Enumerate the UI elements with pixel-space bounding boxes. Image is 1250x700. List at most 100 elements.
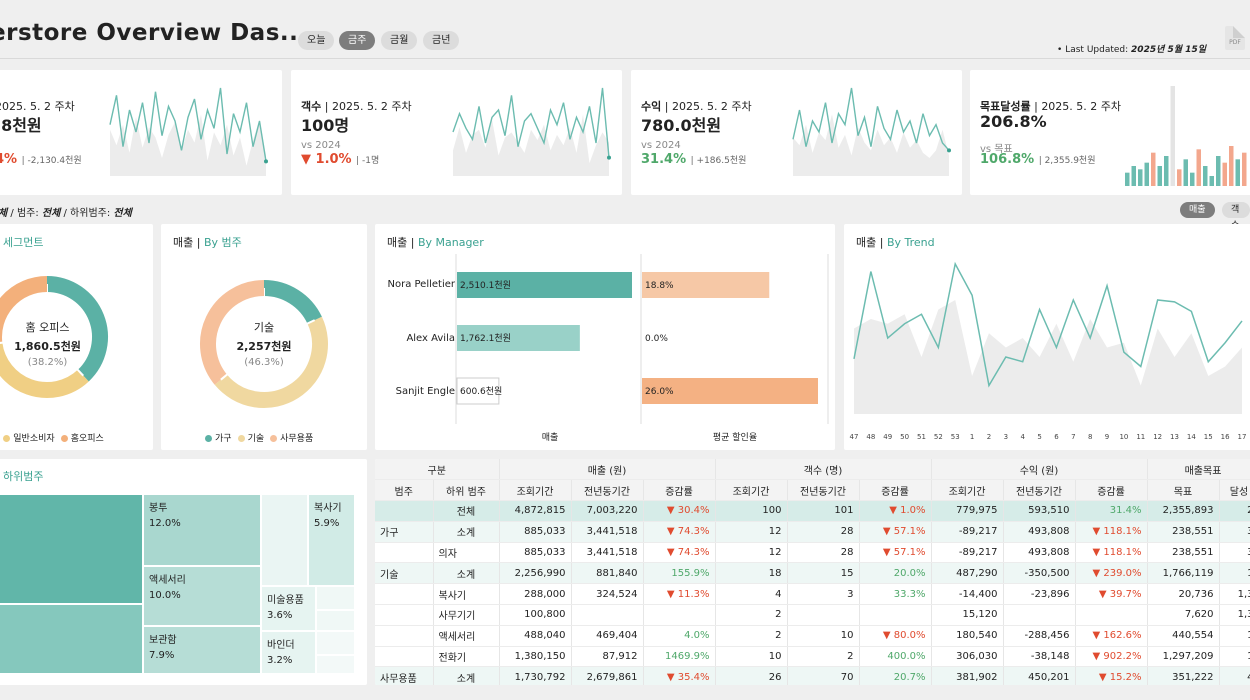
discount-bar-label: 0.0%: [645, 334, 668, 344]
table-cell: 소계: [433, 562, 500, 585]
kpi-sparkline: [452, 87, 611, 176]
table-cell: 20,736: [1147, 583, 1220, 606]
treemap-cell[interactable]: [316, 586, 355, 610]
axis-label-discount: 평균 할인율: [712, 433, 758, 443]
column-header[interactable]: 조회기간: [499, 479, 572, 502]
table-cell: 1: [1219, 646, 1250, 668]
table-row[interactable]: 액세서리 488,040 469,404 4.0% 2 10 ▼ 80.0% 180,540-…: [375, 625, 1250, 647]
table-row[interactable]: 기술 소계 2,256,990 881,840 155.9% 18 15 20.0% 487,2…: [375, 562, 1250, 585]
toggle-customers[interactable]: 객수: [1222, 202, 1250, 231]
kpi-bar: [1229, 146, 1234, 186]
table-cell: 액세서리: [433, 625, 500, 647]
manager-bars: 2,510.1천원 1,762.1천원 600.6천원 18.8% 0.0% 26.0%: [455, 254, 829, 424]
table-cell: 10: [715, 646, 788, 668]
treemap-cell[interactable]: [316, 655, 355, 674]
table-cell: 881,840: [571, 562, 644, 585]
kpi-card-target[interactable]: 목표달성률 | 2025. 5. 2 주차 206.8% vs 목표 106.8…: [970, 70, 1250, 195]
table-cell: 3: [787, 583, 860, 606]
table-cell: 소계: [433, 666, 500, 685]
column-header[interactable]: 증감률: [643, 479, 716, 502]
column-header[interactable]: 달성: [1219, 479, 1250, 502]
table-cell: 복사기: [433, 583, 500, 606]
column-header[interactable]: 증감률: [859, 479, 932, 502]
legend-item: 가구: [215, 434, 232, 444]
column-header[interactable]: 전년동기간: [1003, 479, 1076, 502]
trend-tick-label: 7: [1071, 433, 1075, 441]
kpi-vs: vs 2024: [301, 140, 341, 151]
period-week-button[interactable]: 금주: [339, 31, 376, 50]
table-cell: 12: [715, 521, 788, 543]
treemap-cell[interactable]: [316, 631, 355, 655]
column-header[interactable]: 조회기간: [715, 479, 788, 502]
kpi-card-sales[interactable]: 2025. 5. 2 주차 .8천원 4% | -2,130.4천원: [0, 70, 282, 195]
kpi-bar: [1203, 166, 1208, 186]
segment-center: 홈 오피스 1,860.5천원 (38.2%): [14, 321, 81, 368]
column-header[interactable]: 범주: [375, 479, 434, 502]
kpi-value: 100명: [301, 116, 350, 135]
table-cell: ▼ 118.1%: [1075, 542, 1148, 564]
table-row[interactable]: 사무기기100,800 2 15,120 7,6201,3: [375, 604, 1250, 626]
table-cell: 3: [1219, 521, 1250, 543]
category-title: 매출 | By 범주: [173, 236, 242, 249]
kpi-delta: 106.8% | 2,355.9천원: [980, 152, 1096, 167]
table-row[interactable]: 전체 4,872,815 7,003,220 ▼ 30.4% 100 101 ▼ 1.0% 7…: [375, 500, 1250, 522]
treemap-cell[interactable]: [261, 494, 308, 586]
table-row[interactable]: 복사기 288,000 324,524 ▼ 11.3% 4 3 33.3% -14,400 -2…: [375, 583, 1250, 606]
table-cell: 238,551: [1147, 542, 1220, 564]
legend-item: 사무용품: [280, 434, 314, 444]
table-cell: 469,404: [571, 625, 644, 647]
treemap-cell-binders[interactable]: 바인더 3.2%: [261, 631, 316, 674]
kpi-card-profit[interactable]: 수익 | 2025. 5. 2 주차 780.0천원 vs 2024 31.4%…: [631, 70, 962, 195]
kpi-bar: [1151, 152, 1156, 186]
trend-tick-label: 10: [1119, 433, 1128, 441]
legend-item: 일반소비자: [13, 434, 55, 444]
table-row[interactable]: 전화기 1,380,150 87,912 1469.9% 10 2 400.0% 306,03…: [375, 646, 1250, 668]
table-cell: 288,000: [499, 583, 572, 606]
treemap-cell-storage[interactable]: 보관함 7.9%: [143, 626, 261, 674]
kpi-value: 780.0천원: [641, 116, 722, 135]
trend-tick-label: 8: [1088, 433, 1092, 441]
table-cell: 20.7%: [859, 666, 932, 685]
period-year-button[interactable]: 금년: [423, 31, 460, 50]
treemap-cell-copiers[interactable]: 복사기 5.9%: [308, 494, 355, 586]
discount-bar-label: 26.0%: [645, 387, 674, 397]
column-header[interactable]: 목표: [1147, 479, 1220, 502]
table-cell: 450,201: [1003, 666, 1076, 685]
kpi-card-customers[interactable]: 객수 | 2025. 5. 2 주차 100명 vs 2024 ▼ 1.0% |…: [291, 70, 622, 195]
pdf-icon[interactable]: PDF: [1225, 26, 1245, 50]
column-header[interactable]: 전년동기간: [571, 479, 644, 502]
treemap-cell[interactable]: [0, 604, 143, 674]
table-row[interactable]: 사무용품 소계 1,730,792 2,679,861 ▼ 35.4% 26 70 20.7%…: [375, 666, 1250, 685]
trend-tick-label: 11: [1136, 433, 1145, 441]
period-month-button[interactable]: 금월: [381, 31, 418, 50]
kpi-delta: 4% | -2,130.4천원: [0, 152, 82, 167]
treemap-cell-envelopes[interactable]: 봉투 12.0%: [143, 494, 261, 566]
table-row[interactable]: 가구 소계 885,033 3,441,518 ▼ 74.3% 12 28 ▼ 57.1% -8…: [375, 521, 1250, 543]
table-cell: [375, 500, 434, 522]
kpi-bar: [1196, 149, 1201, 186]
column-header[interactable]: 전년동기간: [787, 479, 860, 502]
kpi-bar: [1209, 176, 1214, 186]
category-card: 매출 | By 범주 기술 2,257천원 (46.3%) 가구 기술 사무용품: [161, 224, 367, 450]
treemap-cell-art[interactable]: 미술용품 3.6%: [261, 586, 316, 631]
treemap-cell[interactable]: [0, 494, 143, 604]
table-cell: ▼ 80.0%: [859, 625, 932, 647]
table-row[interactable]: 의자 885,033 3,441,518 ▼ 74.3% 12 28 ▼ 57.1% -89,…: [375, 542, 1250, 564]
kpi-value: .8천원: [0, 116, 42, 135]
table-cell: 사무용품: [375, 666, 434, 685]
table-cell: 101: [787, 500, 860, 522]
treemap-cell[interactable]: [316, 610, 355, 631]
kpi-bar: [1138, 169, 1143, 186]
table-cell: 885,033: [499, 542, 572, 564]
column-header[interactable]: 증감률: [1075, 479, 1148, 502]
table-cell: 2: [715, 604, 788, 626]
table-cell: 10: [787, 625, 860, 647]
column-header[interactable]: 조회기간: [931, 479, 1004, 502]
toggle-sales[interactable]: 매출: [1180, 202, 1215, 218]
table-cell: 소계: [433, 521, 500, 543]
table-cell: 593,510: [1003, 500, 1076, 522]
treemap-cell-accessories[interactable]: 액세서리 10.0%: [143, 566, 261, 626]
period-today-button[interactable]: 오늘: [298, 31, 335, 50]
table-cell: 31.4%: [1075, 500, 1148, 522]
column-header[interactable]: 하위 범주: [433, 479, 500, 502]
